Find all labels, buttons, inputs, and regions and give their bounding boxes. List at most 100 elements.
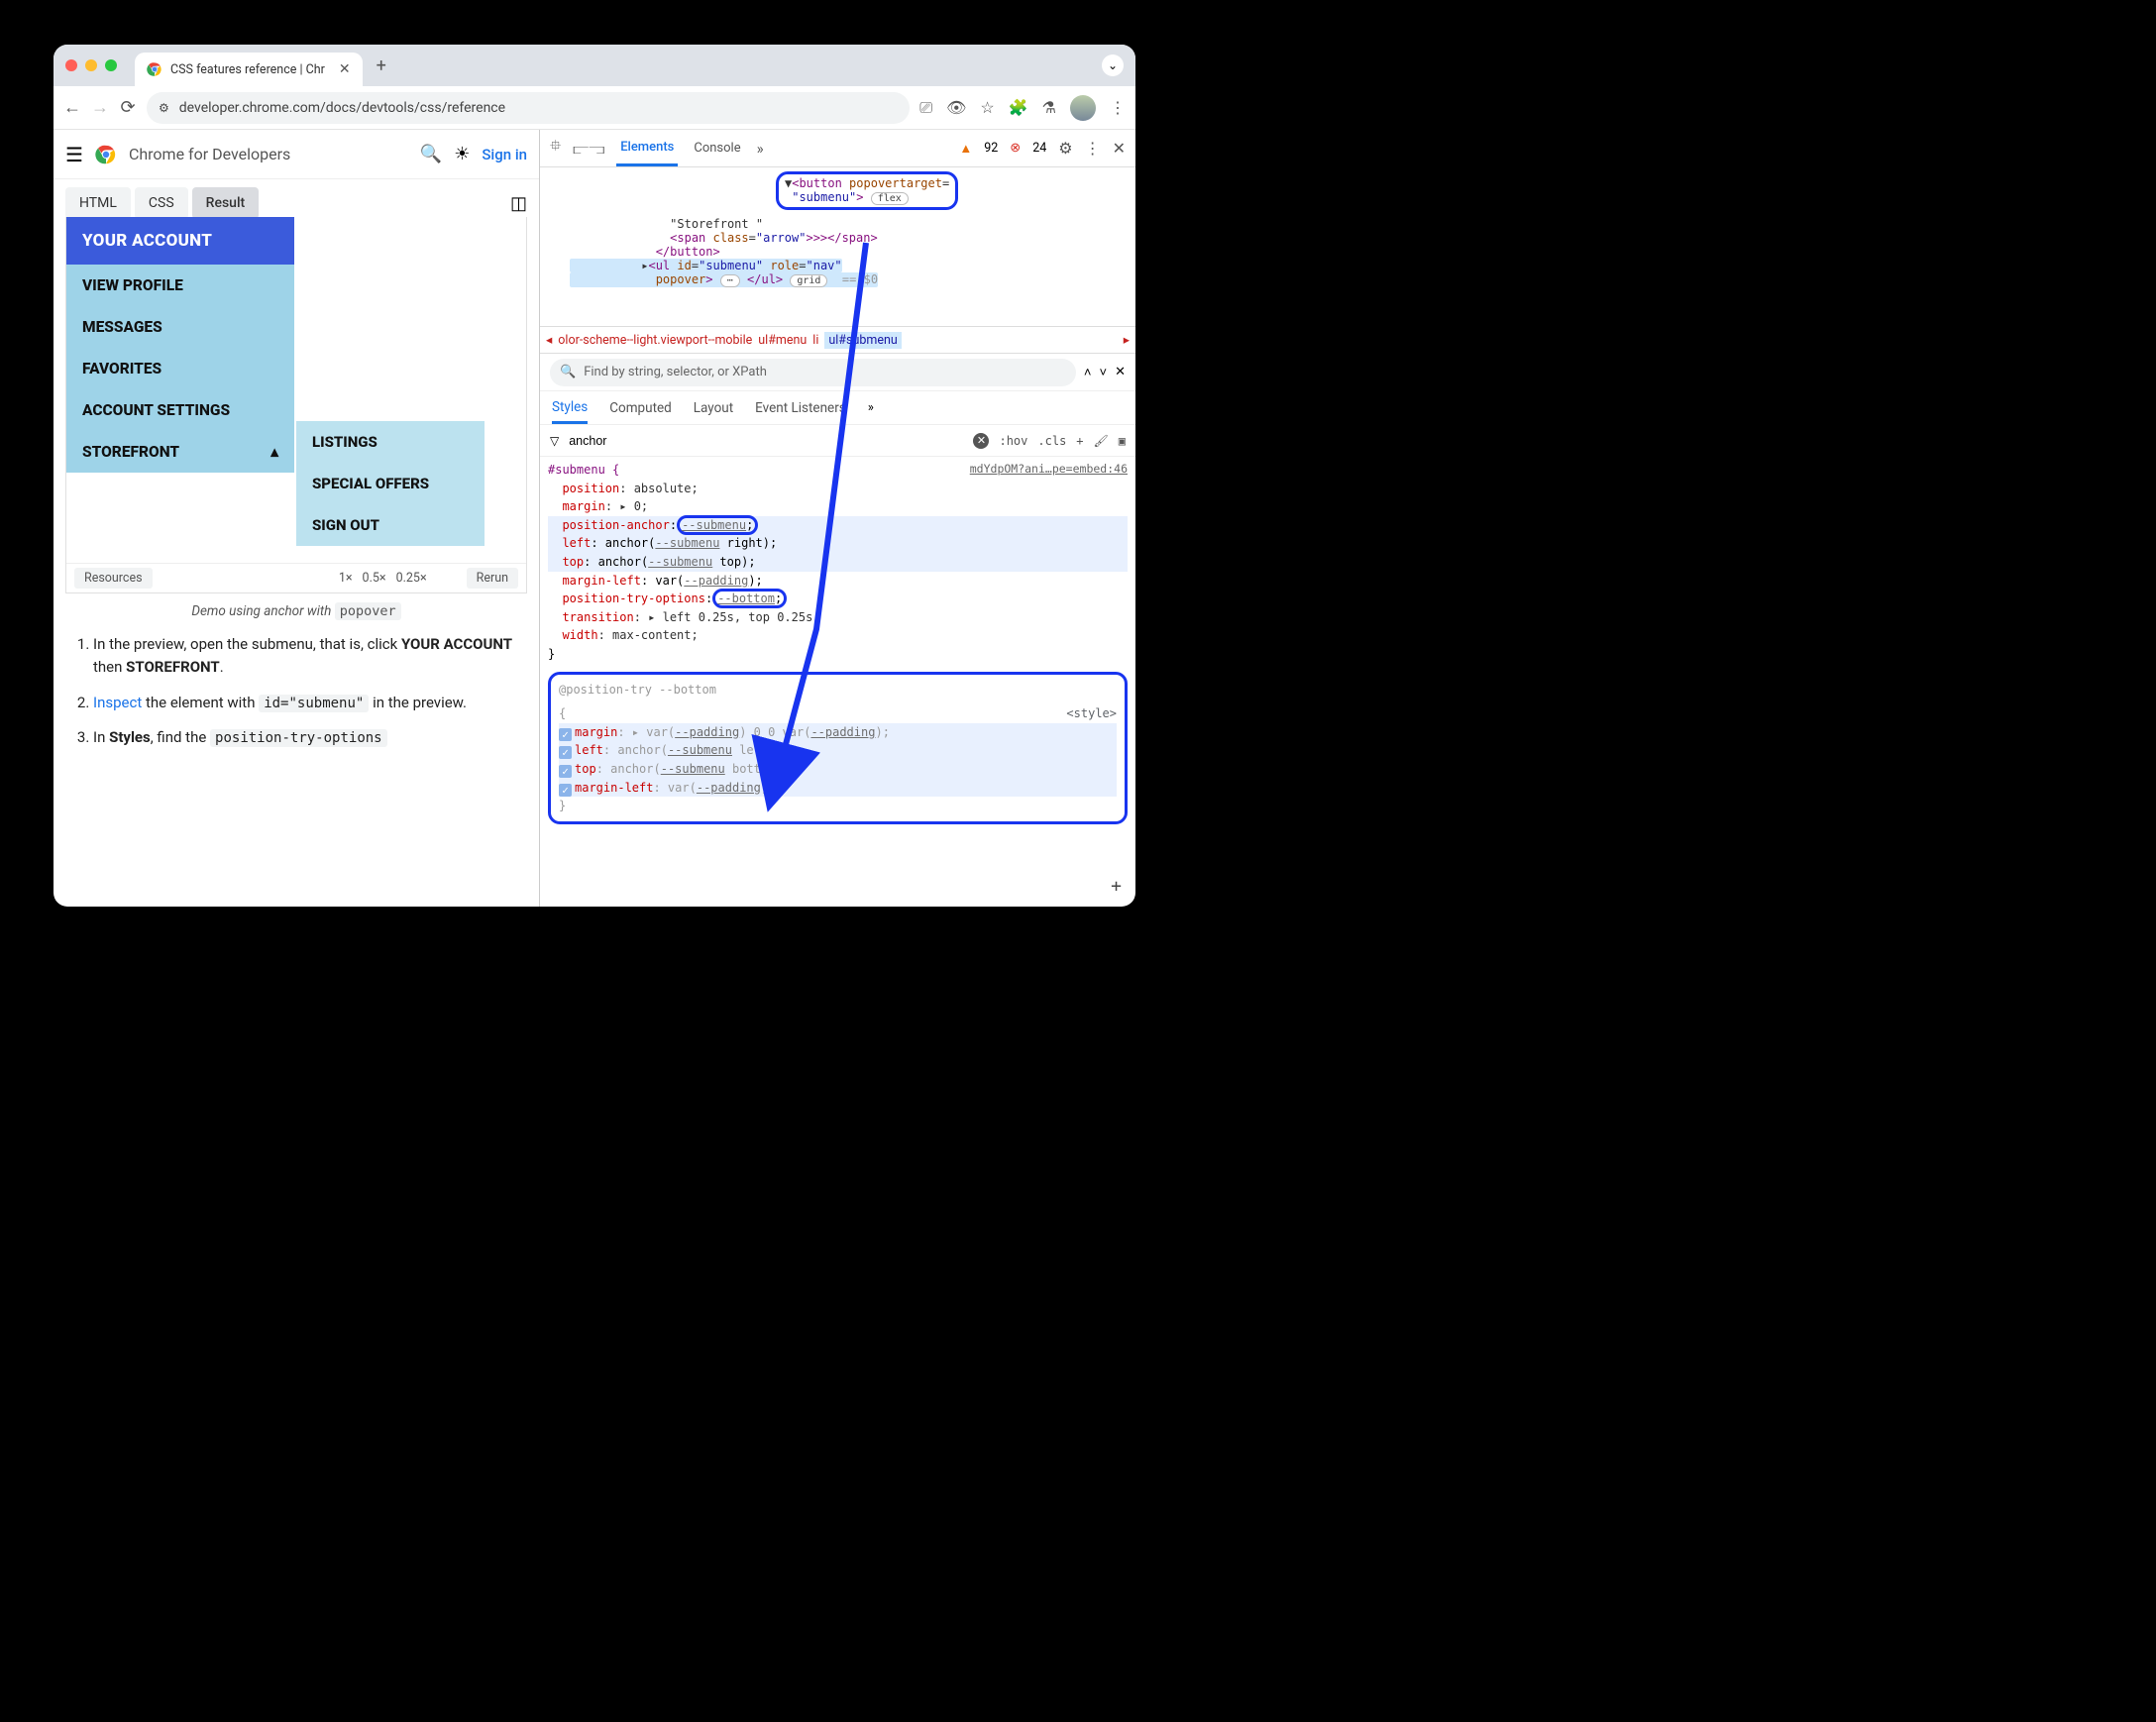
- rule-source-link[interactable]: mdYdpOM?ani…pe=embed:46: [970, 461, 1128, 479]
- breadcrumb[interactable]: ◂ olor-scheme--light.viewport--mobile ul…: [540, 326, 1135, 354]
- signin-link[interactable]: Sign in: [482, 146, 527, 163]
- toolbar-icons: ⎚ 👁 ☆ 🧩 ⚗ ⋮: [919, 95, 1126, 121]
- warning-count: 92: [984, 141, 998, 156]
- tab-layout[interactable]: Layout: [694, 400, 733, 416]
- zoom-05x-button[interactable]: 0.5×: [363, 571, 386, 586]
- inspect-icon[interactable]: ⯐: [550, 136, 561, 161]
- add-property-icon[interactable]: +: [1111, 873, 1122, 901]
- crumb-item[interactable]: li: [812, 333, 818, 348]
- demo-controls: Resources 1× 0.5× 0.25× Rerun: [66, 563, 526, 592]
- more-tabs-icon[interactable]: »: [757, 140, 764, 158]
- codepen-icon[interactable]: ◫: [510, 193, 527, 214]
- tab-styles[interactable]: Styles: [552, 399, 588, 424]
- inspect-link[interactable]: Inspect: [93, 694, 142, 711]
- tab-event-listeners[interactable]: Event Listeners: [755, 400, 846, 416]
- zoom-025x-button[interactable]: 0.25×: [396, 571, 427, 586]
- devtools-panel: ⯐ ⫍⫎ Elements Console » ▲ 92 ⊗ 24 ⚙ ⋮ ✕ ▼<…: [539, 130, 1135, 907]
- style-source[interactable]: <style>: [1066, 704, 1117, 723]
- zoom-1x-button[interactable]: 1×: [339, 571, 353, 586]
- tabs-chevron-down-icon[interactable]: ⌄: [1102, 54, 1124, 76]
- theme-toggle-icon[interactable]: ☀: [454, 144, 470, 164]
- new-tab-button[interactable]: +: [377, 55, 386, 76]
- styles-tabs: Styles Computed Layout Event Listeners »: [540, 391, 1135, 425]
- new-rule-icon[interactable]: +: [1076, 434, 1083, 448]
- maximize-window-button[interactable]: [105, 59, 117, 71]
- page-content: ☰ Chrome for Developers 🔍 ☀ Sign in HTML…: [54, 130, 539, 907]
- find-placeholder: Find by string, selector, or XPath: [584, 365, 767, 379]
- menu-item[interactable]: FAVORITES: [66, 348, 294, 389]
- styles-filter-row: ▽ ✕ :hov .cls + 🖌 ▣: [540, 425, 1135, 457]
- search-icon: 🔍: [560, 365, 576, 379]
- tab-elements[interactable]: Elements: [616, 130, 678, 166]
- tab-result[interactable]: Result: [192, 187, 260, 219]
- menu-item[interactable]: MESSAGES: [66, 306, 294, 348]
- find-close-icon[interactable]: ✕: [1115, 365, 1126, 379]
- tab-strip: CSS features reference | Chr ✕ + ⌄: [54, 45, 1135, 86]
- crumb-item-active[interactable]: ul#submenu: [824, 332, 901, 349]
- hov-toggle[interactable]: :hov: [999, 434, 1027, 448]
- close-window-button[interactable]: [65, 59, 77, 71]
- crumb-item[interactable]: olor-scheme--light.viewport--mobile: [558, 333, 752, 348]
- menu-item[interactable]: ACCOUNT SETTINGS: [66, 389, 294, 431]
- url-input[interactable]: ⚙ developer.chrome.com/docs/devtools/css…: [147, 92, 910, 124]
- cast-icon[interactable]: ⎚: [919, 98, 932, 118]
- reload-button[interactable]: ⟳: [119, 97, 137, 118]
- arrow-icon: ▴: [270, 443, 278, 461]
- filter-input[interactable]: [569, 434, 963, 448]
- site-info-icon[interactable]: ⚙: [159, 101, 169, 115]
- tab-computed[interactable]: Computed: [609, 400, 672, 416]
- close-devtools-button[interactable]: ✕: [1113, 139, 1126, 158]
- chrome-logo-icon: [95, 144, 117, 165]
- clear-filter-icon[interactable]: ✕: [973, 433, 989, 449]
- list-item: In the preview, open the submenu, that i…: [93, 633, 527, 680]
- submenu-item[interactable]: LISTINGS: [296, 421, 485, 463]
- codepen-tabs: HTML CSS Result ◫: [65, 187, 527, 219]
- warning-icon[interactable]: ▲: [959, 141, 972, 157]
- elements-tree[interactable]: ▼<button popovertarget= "submenu"> flex …: [540, 167, 1135, 326]
- more-tabs-icon[interactable]: »: [868, 400, 874, 415]
- submenu-item[interactable]: SPECIAL OFFERS: [296, 463, 485, 504]
- find-prev-icon[interactable]: ˄: [1084, 365, 1092, 380]
- menu-item-storefront[interactable]: STOREFRONT ▴: [66, 431, 294, 473]
- labs-icon[interactable]: ⚗: [1042, 98, 1056, 117]
- find-input[interactable]: 🔍 Find by string, selector, or XPath: [550, 359, 1076, 386]
- error-count: 24: [1032, 141, 1046, 156]
- bookmark-star-icon[interactable]: ☆: [980, 98, 994, 117]
- devtools-menu-icon[interactable]: ⋮: [1085, 139, 1101, 158]
- site-brand: Chrome for Developers: [129, 145, 290, 163]
- close-tab-button[interactable]: ✕: [339, 61, 351, 77]
- profile-avatar[interactable]: [1070, 95, 1096, 121]
- browser-tab[interactable]: CSS features reference | Chr ✕: [135, 53, 363, 86]
- resources-button[interactable]: Resources: [74, 568, 153, 589]
- box-model-icon[interactable]: ▣: [1119, 434, 1126, 448]
- crumb-item[interactable]: ul#menu: [758, 333, 807, 348]
- tab-css[interactable]: CSS: [135, 187, 188, 219]
- brush-icon[interactable]: 🖌: [1094, 434, 1109, 448]
- extensions-icon[interactable]: 🧩: [1009, 98, 1028, 117]
- error-icon[interactable]: ⊗: [1010, 141, 1021, 156]
- crumb-left-icon[interactable]: ◂: [546, 332, 552, 348]
- back-button[interactable]: ←: [63, 97, 81, 118]
- menu-item-label: STOREFRONT: [82, 443, 179, 461]
- menu-item[interactable]: VIEW PROFILE: [66, 265, 294, 306]
- tab-html[interactable]: HTML: [65, 187, 131, 219]
- minimize-window-button[interactable]: [85, 59, 97, 71]
- menu-header-button[interactable]: YOUR ACCOUNT: [66, 217, 294, 265]
- cls-toggle[interactable]: .cls: [1037, 434, 1066, 448]
- submenu-popover: LISTINGS SPECIAL OFFERS SIGN OUT: [296, 421, 485, 546]
- submenu-item[interactable]: SIGN OUT: [296, 504, 485, 546]
- eye-off-icon[interactable]: 👁: [946, 98, 966, 117]
- find-next-icon[interactable]: ˅: [1100, 365, 1108, 380]
- gear-icon[interactable]: ⚙: [1058, 139, 1072, 158]
- search-icon[interactable]: 🔍: [420, 144, 442, 164]
- forward-button[interactable]: →: [91, 97, 109, 118]
- css-rules[interactable]: mdYdpOM?ani…pe=embed:46 #submenu { posit…: [540, 457, 1135, 907]
- demo-caption: Demo using anchor with popover: [65, 603, 527, 619]
- devtools-toolbar: ⯐ ⫍⫎ Elements Console » ▲ 92 ⊗ 24 ⚙ ⋮ ✕: [540, 130, 1135, 167]
- crumb-right-icon[interactable]: ▸: [1124, 332, 1130, 348]
- chrome-menu-icon[interactable]: ⋮: [1110, 98, 1126, 117]
- tab-console[interactable]: Console: [690, 130, 744, 166]
- rerun-button[interactable]: Rerun: [467, 568, 518, 589]
- device-mode-icon[interactable]: ⫍⫎: [573, 140, 604, 158]
- menu-icon[interactable]: ☰: [65, 143, 83, 166]
